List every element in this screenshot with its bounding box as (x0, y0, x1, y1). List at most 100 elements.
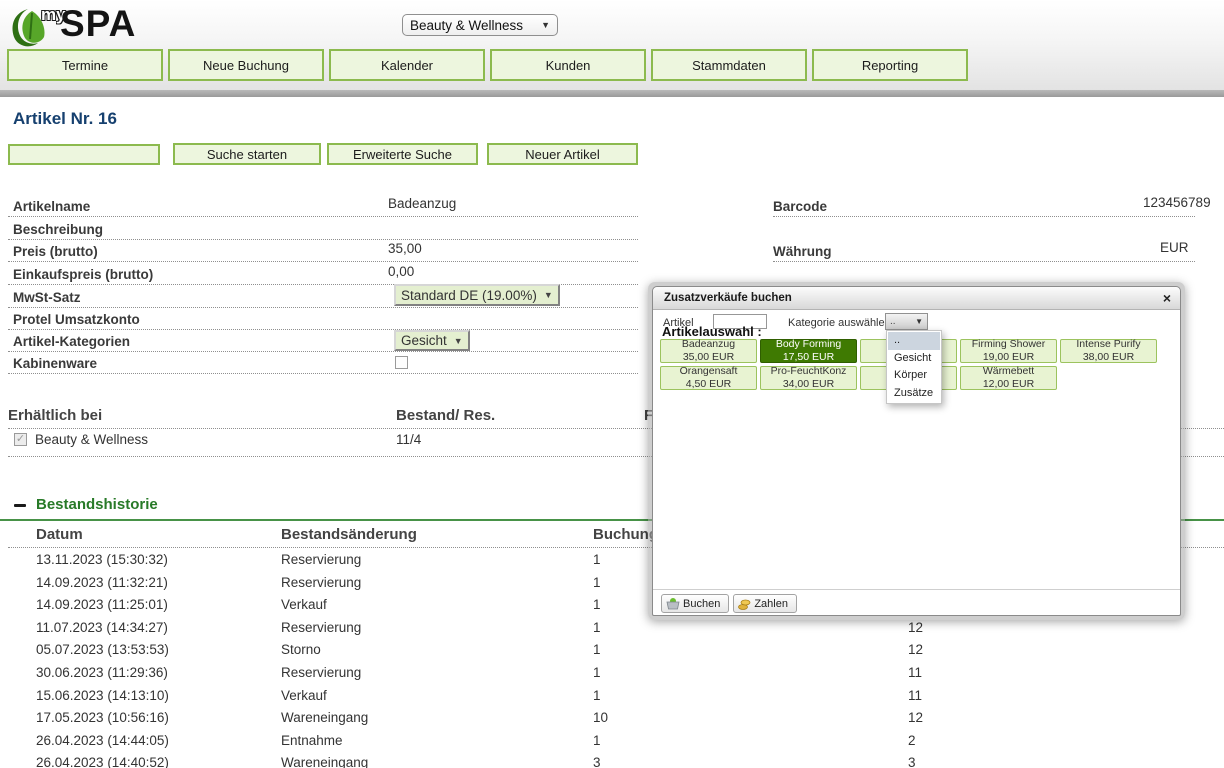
nav-reporting[interactable]: Reporting (812, 49, 968, 81)
dropdown-option[interactable]: Zusätze (888, 385, 940, 403)
cell-datum: 17.05.2023 (10:56:16) (36, 707, 169, 730)
buchen-button[interactable]: Buchen (661, 594, 729, 613)
collapse-minus-icon[interactable] (14, 504, 26, 507)
article-button-firming-shower[interactable]: Firming Shower 19,00 EUR (960, 339, 1057, 363)
app-window: my SPA Beauty & Wellness ▼ Termine Neue … (0, 0, 1224, 768)
zahlen-button[interactable]: Zahlen (733, 594, 797, 613)
kabinenware-checkbox[interactable] (395, 356, 408, 369)
availability-header: Erhältlich bei (8, 407, 102, 424)
article-button-orangensaft[interactable]: Orangensaft 4,50 EUR (660, 366, 757, 390)
cell-datum: 26.04.2023 (14:44:05) (36, 730, 169, 753)
nav-kunden[interactable]: Kunden (490, 49, 646, 81)
kategorien-label: Artikel-Kategorien (13, 334, 130, 349)
article-button-waermebett[interactable]: Wärmebett 12,00 EUR (960, 366, 1057, 390)
availability-checkbox: ✓ (14, 433, 27, 446)
cell-datum: 30.06.2023 (11:29:36) (36, 662, 168, 685)
kategorien-select[interactable]: Gesicht ▼ (394, 330, 470, 351)
article-price: 35,00 EUR (683, 351, 734, 364)
field-row-protel: Protel Umsatzkonto (8, 310, 638, 330)
kategorie-select[interactable]: .. ▼ (885, 313, 928, 330)
field-row-beschreibung: Beschreibung (8, 219, 638, 240)
modal-titlebar[interactable]: Zusatzverkäufe buchen × (653, 287, 1180, 310)
dropdown-option[interactable]: Gesicht (888, 350, 940, 368)
einkaufspreis-value[interactable]: 0,00 (388, 264, 414, 279)
header-divider (0, 90, 1224, 97)
kategorie-dropdown-list: .. Gesicht Körper Zusätze (886, 330, 942, 404)
field-row-preis: Preis (brutto) (8, 242, 638, 262)
article-button-badeanzug[interactable]: Badeanzug 35,00 EUR (660, 339, 757, 363)
cell-bestand: 3 (908, 752, 916, 768)
cell-datum: 05.07.2023 (13:53:53) (36, 639, 169, 662)
article-price: 12,00 EUR (983, 378, 1034, 391)
cell-datum: 14.09.2023 (11:25:01) (36, 594, 168, 617)
nav-neue-buchung[interactable]: Neue Buchung (168, 49, 324, 81)
article-price: 19,00 EUR (983, 351, 1034, 364)
zahlen-label: Zahlen (754, 598, 788, 610)
table-row: 26.04.2023 (14:40:52) Wareneingang 3 3 (0, 752, 1224, 768)
kabinenware-label: Kabinenware (13, 356, 97, 371)
chevron-down-icon: ▼ (454, 336, 463, 346)
field-row-waehrung: Währung (773, 241, 1195, 262)
cell-aenderung: Reservierung (281, 662, 361, 685)
article-button-pro-feuchtkonz[interactable]: Pro-FeuchtKonz 34,00 EUR (760, 366, 857, 390)
cell-datum: 26.04.2023 (14:40:52) (36, 752, 169, 768)
stock-res-header: Bestand/ Res. (396, 407, 495, 424)
cell-bestand: 12 (908, 617, 923, 640)
table-row: 30.06.2023 (11:29:36) Reservierung 1 11 (0, 662, 1224, 685)
cell-menge: 1 (593, 572, 601, 595)
article-button-intense-purify[interactable]: Intense Purify 38,00 EUR (1060, 339, 1157, 363)
dropdown-option[interactable]: .. (888, 332, 940, 350)
history-section-title[interactable]: Bestandshistorie (36, 496, 158, 513)
nav-termine[interactable]: Termine (7, 49, 163, 81)
barcode-value[interactable]: 123456789 (1143, 195, 1211, 210)
advanced-search-button[interactable]: Erweiterte Suche (327, 143, 478, 165)
new-article-button[interactable]: Neuer Artikel (487, 143, 638, 165)
cell-aenderung: Entnahme (281, 730, 343, 753)
article-button-body-forming[interactable]: Body Forming 17,50 EUR (760, 339, 857, 363)
footer-divider (653, 589, 1180, 590)
article-price: 38,00 EUR (1083, 351, 1134, 364)
search-start-button[interactable]: Suche starten (173, 143, 321, 165)
cell-bestand: 2 (908, 730, 916, 753)
close-icon[interactable]: × (1163, 287, 1171, 310)
nav-kalender[interactable]: Kalender (329, 49, 485, 81)
myspa-logo: my SPA (8, 3, 178, 47)
coins-icon (738, 598, 751, 610)
table-row: 17.05.2023 (10:56:16) Wareneingang 10 12 (0, 707, 1224, 730)
article-name: Body Forming (776, 338, 841, 351)
field-row-kategorien: Artikel-Kategorien (8, 332, 638, 352)
protel-label: Protel Umsatzkonto (13, 312, 140, 327)
cell-menge: 10 (593, 707, 608, 730)
location-select-value: Beauty & Wellness (410, 18, 537, 33)
chevron-down-icon: ▼ (541, 20, 550, 30)
cell-menge: 1 (593, 662, 601, 685)
artikelname-label: Artikelname (13, 199, 90, 214)
article-search-input[interactable] (8, 144, 160, 165)
cell-menge: 1 (593, 639, 601, 662)
cell-aenderung: Storno (281, 639, 321, 662)
stock-res-value: 11/4 (396, 432, 421, 447)
main-nav: Termine Neue Buchung Kalender Kunden Sta… (7, 49, 968, 81)
kategorien-select-value: Gesicht (401, 333, 447, 348)
waehrung-value[interactable]: EUR (1160, 240, 1189, 255)
mwst-select[interactable]: Standard DE (19.00%) ▼ (394, 284, 560, 306)
article-name: Firming Shower (972, 338, 1046, 351)
artikelauswahl-label: Artikelauswahl : (662, 324, 762, 339)
dropdown-option[interactable]: Körper (888, 367, 940, 385)
table-row: 26.04.2023 (14:44:05) Entnahme 1 2 (0, 730, 1224, 753)
nav-stammdaten[interactable]: Stammdaten (651, 49, 807, 81)
article-price: 34,00 EUR (783, 378, 834, 391)
location-select[interactable]: Beauty & Wellness ▼ (402, 14, 558, 36)
waehrung-label: Währung (773, 244, 832, 259)
cell-menge: 1 (593, 685, 601, 708)
field-row-artikelname: Artikelname (8, 196, 638, 217)
kategorie-select-value: .. (890, 316, 896, 327)
col-bestandsaenderung: Bestandsänderung (281, 526, 417, 543)
app-header: my SPA Beauty & Wellness ▼ Termine Neue … (0, 0, 1224, 90)
chevron-down-icon: ▼ (544, 290, 553, 300)
mwst-label: MwSt-Satz (13, 290, 81, 305)
cell-menge: 1 (593, 549, 601, 572)
artikelname-value[interactable]: Badeanzug (388, 196, 456, 211)
col-datum: Datum (36, 526, 83, 543)
preis-value[interactable]: 35,00 (388, 241, 422, 256)
